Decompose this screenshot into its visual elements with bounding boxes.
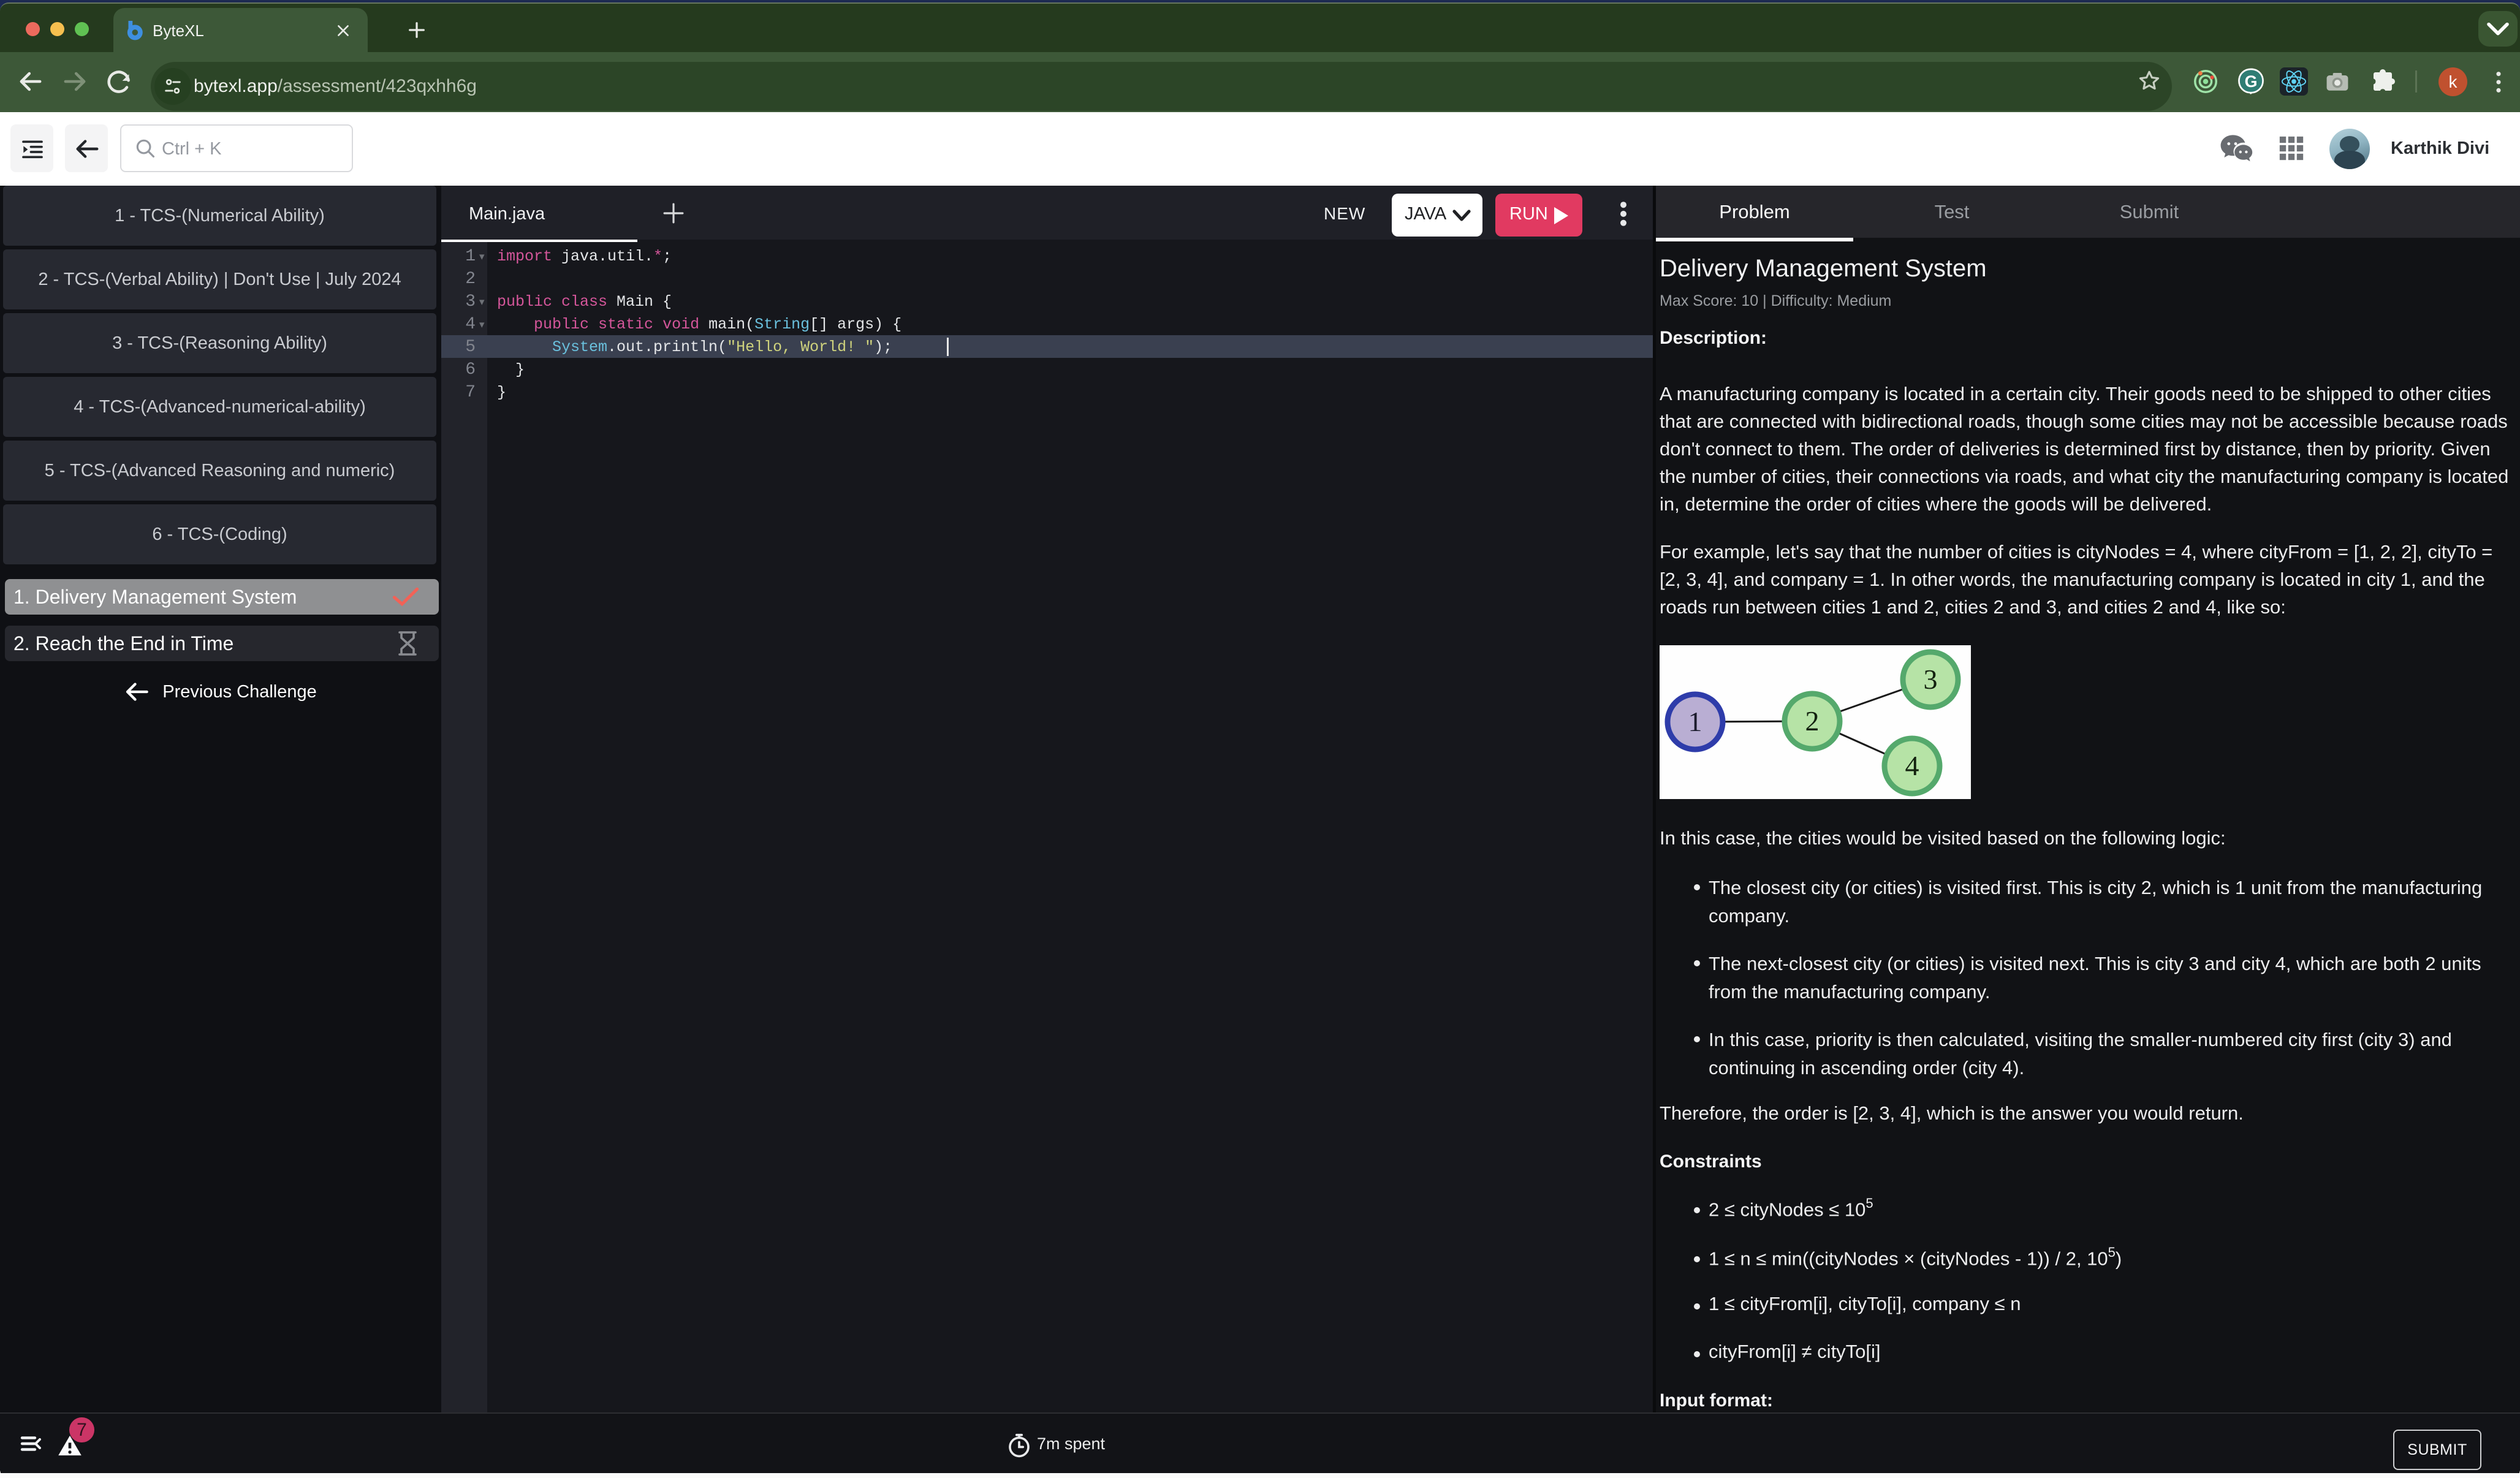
svg-text:4: 4 bbox=[1905, 750, 1919, 781]
svg-text:1: 1 bbox=[1688, 706, 1702, 737]
svg-text:G: G bbox=[2245, 72, 2258, 91]
svg-text:2: 2 bbox=[1805, 705, 1820, 737]
svg-text:3: 3 bbox=[1924, 664, 1938, 695]
